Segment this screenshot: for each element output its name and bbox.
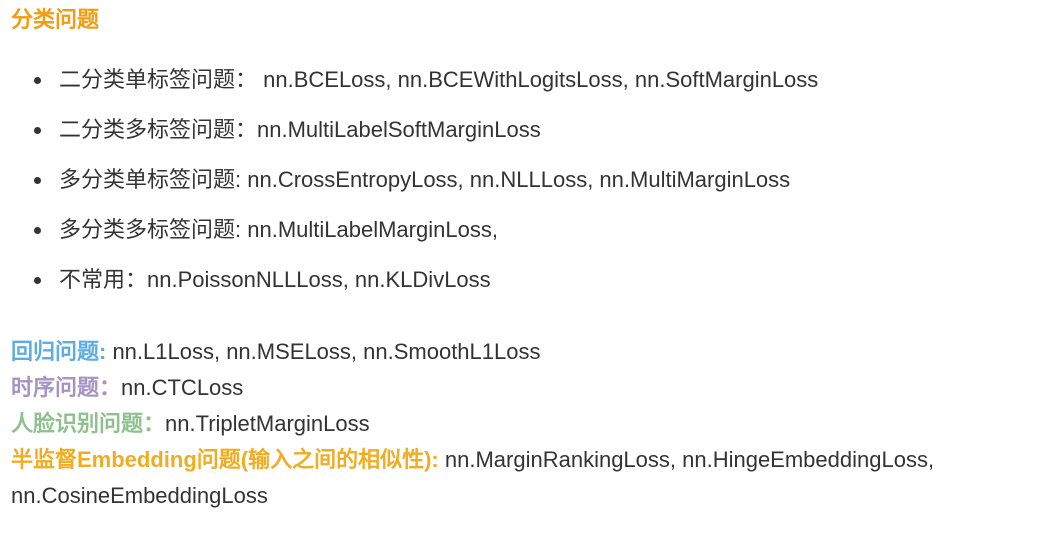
- list-item-label: 二分类单标签问题：: [59, 67, 258, 92]
- list-item-label: 不常用：: [59, 267, 148, 292]
- list-item-losses: nn.MultiLabelMarginLoss,: [241, 217, 498, 242]
- list-item: 多分类单标签问题: nn.CrossEntropyLoss, nn.NLLLos…: [0, 162, 818, 212]
- sequence-line: 时序问题：nn.CTCLoss: [11, 370, 1041, 406]
- list-item-losses: nn.BCELoss, nn.BCEWithLogitsLoss, nn.Sof…: [257, 67, 819, 92]
- list-item: 二分类单标签问题： nn.BCELoss, nn.BCEWithLogitsLo…: [0, 62, 818, 112]
- classification-loss-list: 二分类单标签问题： nn.BCELoss, nn.BCEWithLogitsLo…: [0, 62, 818, 312]
- list-item-losses: nn.CrossEntropyLoss, nn.NLLLoss, nn.Mult…: [241, 167, 791, 192]
- regression-label: 回归问题:: [11, 339, 107, 364]
- other-tasks-section: 回归问题: nn.L1Loss, nn.MSELoss, nn.SmoothL1…: [11, 334, 1041, 514]
- list-item-label: 二分类多标签问题：: [59, 117, 258, 142]
- bullet-icon: [34, 227, 41, 234]
- regression-losses: nn.L1Loss, nn.MSELoss, nn.SmoothL1Loss: [106, 339, 541, 364]
- regression-line: 回归问题: nn.L1Loss, nn.MSELoss, nn.SmoothL1…: [11, 334, 1041, 370]
- list-item-losses: nn.MultiLabelSoftMarginLoss: [257, 117, 541, 142]
- list-item: 二分类多标签问题：nn.MultiLabelSoftMarginLoss: [0, 112, 818, 162]
- face-recognition-losses: nn.TripletMarginLoss: [165, 411, 370, 436]
- face-recognition-label: 人脸识别问题：: [11, 411, 166, 436]
- semi-supervised-losses-continued: nn.CosineEmbeddingLoss: [11, 483, 268, 508]
- bullet-icon: [34, 277, 41, 284]
- list-item-label: 多分类多标签问题:: [59, 217, 242, 242]
- list-item-label: 多分类单标签问题:: [59, 167, 242, 192]
- bullet-icon: [34, 127, 41, 134]
- bullet-icon: [34, 177, 41, 184]
- list-item: 不常用：nn.PoissonNLLLoss, nn.KLDivLoss: [0, 262, 818, 312]
- list-item-losses: nn.PoissonNLLLoss, nn.KLDivLoss: [147, 267, 491, 292]
- semi-supervised-continuation-line: nn.CosineEmbeddingLoss: [11, 478, 1041, 514]
- section-title-classification: 分类问题: [11, 7, 100, 32]
- face-recognition-line: 人脸识别问题：nn.TripletMarginLoss: [11, 406, 1041, 442]
- semi-supervised-line: 半监督Embedding问题(输入之间的相似性): nn.MarginRanki…: [11, 442, 1041, 478]
- list-item: 多分类多标签问题: nn.MultiLabelMarginLoss,: [0, 212, 818, 262]
- bullet-icon: [34, 77, 41, 84]
- semi-supervised-losses: nn.MarginRankingLoss, nn.HingeEmbeddingL…: [438, 447, 935, 472]
- sequence-label: 时序问题：: [11, 375, 122, 400]
- semi-supervised-label: 半监督Embedding问题(输入之间的相似性):: [11, 447, 439, 472]
- sequence-losses: nn.CTCLoss: [121, 375, 244, 400]
